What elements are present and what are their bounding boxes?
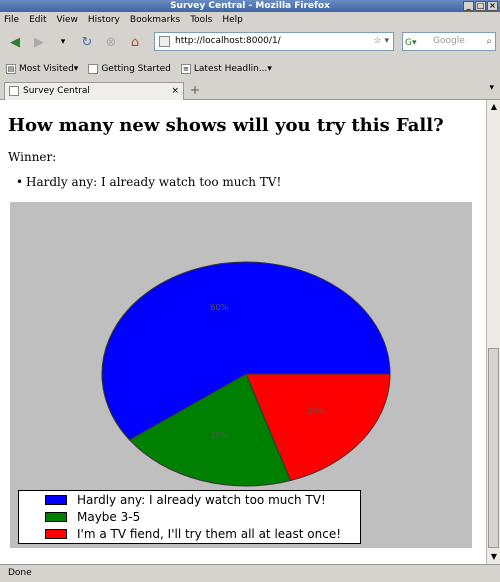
- menu-history[interactable]: History: [88, 15, 120, 25]
- page-content: How many new shows will you try this Fal…: [0, 100, 486, 564]
- scroll-down-icon[interactable]: ▼: [487, 550, 500, 564]
- menu-file[interactable]: File: [4, 15, 19, 25]
- url-dropdown-icon[interactable]: ☆ ▾: [374, 33, 389, 50]
- navigation-toolbar: ◀ ▶ ▾ ↻ ⊗ ⌂ http://localhost:8000/1/ ☆ ▾…: [0, 28, 500, 56]
- pie-slice-label: 60%: [210, 303, 228, 312]
- vertical-scrollbar[interactable]: ▲ ▼: [486, 100, 500, 564]
- tab-favicon-icon: [9, 86, 19, 96]
- chevron-down-icon: ▾: [267, 64, 272, 74]
- close-window-button[interactable]: ×: [487, 1, 498, 11]
- scrollbar-thumb[interactable]: [488, 348, 499, 548]
- search-go-icon[interactable]: ⌕: [486, 33, 492, 50]
- search-input[interactable]: G▾ Google ⌕: [402, 32, 496, 51]
- history-dropdown-icon[interactable]: ▾: [52, 31, 74, 53]
- status-text: Done: [8, 568, 32, 578]
- scroll-up-icon[interactable]: ▲: [487, 100, 500, 114]
- bookmark-latest-headlines[interactable]: ≡ Latest Headlin... ▾: [180, 64, 272, 74]
- rss-feed-icon: ≡: [180, 64, 191, 74]
- winner-list-item: Hardly any: I already watch too much TV!: [16, 175, 281, 189]
- most-visited-icon: ▤: [6, 64, 16, 74]
- menu-edit[interactable]: Edit: [29, 15, 46, 25]
- pie-slice-label: 20%: [307, 406, 325, 415]
- bookmark-most-visited[interactable]: ▤ Most Visited ▾: [6, 64, 78, 74]
- bookmark-label: Most Visited: [19, 64, 74, 74]
- menu-bar: File Edit View History Bookmarks Tools H…: [0, 12, 500, 28]
- legend-label: Hardly any: I already watch too much TV!: [77, 493, 326, 507]
- tab-list-icon[interactable]: ▾: [489, 83, 494, 93]
- url-bar[interactable]: http://localhost:8000/1/ ☆ ▾: [154, 32, 394, 51]
- bookmarks-toolbar: ▤ Most Visited ▾ Getting Started ≡ Latest…: [0, 60, 500, 78]
- back-icon[interactable]: ◀: [4, 31, 26, 53]
- search-engine-icon[interactable]: G▾: [405, 35, 429, 48]
- legend-label: I'm a TV fiend, I'll try them all at lea…: [77, 527, 342, 541]
- menu-tools[interactable]: Tools: [190, 15, 212, 25]
- menu-help[interactable]: Help: [222, 15, 243, 25]
- stop-icon[interactable]: ⊗: [100, 31, 122, 53]
- legend-entry: I'm a TV fiend, I'll try them all at lea…: [45, 526, 341, 542]
- reload-icon[interactable]: ↻: [76, 31, 98, 53]
- legend-swatch: [45, 495, 67, 505]
- legend-entry: Maybe 3-5: [45, 509, 140, 525]
- window-title: Survey Central - Mozilla Firefox: [170, 1, 330, 11]
- bookmark-label: Latest Headlin...: [193, 64, 268, 74]
- status-bar: Done: [0, 564, 500, 582]
- legend-entry: Hardly any: I already watch too much TV!: [45, 492, 326, 508]
- tab-survey-central[interactable]: Survey Central ×: [4, 82, 184, 101]
- home-icon[interactable]: ⌂: [124, 31, 146, 53]
- legend-swatch: [45, 529, 67, 539]
- window-titlebar: Survey Central - Mozilla Firefox _ □ ×: [0, 0, 500, 12]
- maximize-button[interactable]: □: [475, 1, 486, 11]
- tab-close-icon[interactable]: ×: [171, 83, 179, 100]
- bookmark-getting-started[interactable]: Getting Started: [88, 64, 171, 74]
- search-placeholder: Google: [433, 36, 465, 46]
- page-title: How many new shows will you try this Fal…: [8, 115, 444, 136]
- tab-label: Survey Central: [23, 86, 90, 96]
- pie-chart: 60% 20% 20% Hardly any: I already watch to…: [10, 202, 472, 548]
- chevron-down-icon: ▾: [73, 64, 79, 74]
- new-tab-icon[interactable]: +: [190, 83, 200, 97]
- bookmark-label: Getting Started: [101, 64, 171, 74]
- legend-swatch: [45, 512, 67, 522]
- url-text: http://localhost:8000/1/: [175, 36, 281, 46]
- pie-slice-label: 20%: [210, 431, 228, 440]
- tab-bar: Survey Central × + ▾: [0, 80, 500, 101]
- minimize-button[interactable]: _: [463, 1, 474, 11]
- legend-label: Maybe 3-5: [77, 510, 141, 524]
- menu-view[interactable]: View: [57, 15, 78, 25]
- page-favicon-icon: [159, 36, 170, 47]
- forward-icon[interactable]: ▶: [28, 31, 50, 53]
- chart-legend: Hardly any: I already watch too much TV!…: [18, 490, 361, 544]
- menu-bookmarks[interactable]: Bookmarks: [130, 15, 180, 25]
- bookmark-page-icon: [88, 64, 99, 74]
- winner-label: Winner:: [8, 150, 57, 164]
